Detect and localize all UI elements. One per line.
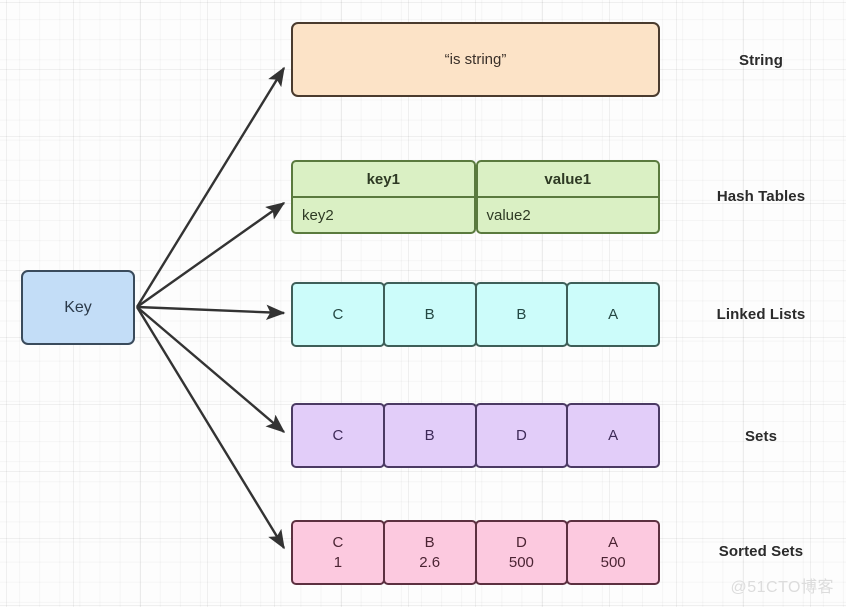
hash-value-column[interactable]: value1 value2 bbox=[475, 160, 660, 234]
sorted-set-item[interactable]: A 500 bbox=[566, 520, 660, 585]
set-item[interactable]: C bbox=[291, 403, 385, 468]
label-string: String bbox=[739, 52, 783, 69]
sorted-set-row[interactable]: C 1 B 2.6 D 500 A 500 bbox=[291, 520, 660, 585]
set-item[interactable]: A bbox=[566, 403, 660, 468]
list-item[interactable]: C bbox=[291, 282, 385, 347]
hash-table[interactable]: key1 key2 value1 value2 bbox=[291, 160, 660, 234]
hash-value-cell: value2 bbox=[486, 206, 531, 224]
label-linked-lists: Linked Lists bbox=[716, 306, 806, 323]
set-item[interactable]: B bbox=[382, 403, 477, 468]
arrow-to-list bbox=[136, 304, 286, 320]
sorted-set-item[interactable]: D 500 bbox=[474, 520, 569, 585]
list-item[interactable]: B bbox=[382, 282, 477, 347]
set-item-label: C bbox=[332, 426, 344, 444]
sorted-set-member: B bbox=[424, 534, 435, 552]
diagram-canvas: Key “is string” String key1 key2 value1 … bbox=[0, 0, 846, 607]
list-item-label: C bbox=[332, 305, 344, 323]
label-sorted-sets: Sorted Sets bbox=[718, 543, 804, 560]
set-item-label: A bbox=[608, 426, 619, 444]
set-item-label: D bbox=[515, 426, 527, 444]
arrow-to-string bbox=[135, 66, 286, 308]
string-value-box[interactable]: “is string” bbox=[291, 22, 660, 97]
list-item[interactable]: B bbox=[474, 282, 569, 347]
sorted-set-member: C bbox=[332, 534, 344, 552]
set-item-label: B bbox=[424, 426, 435, 444]
linked-list-row[interactable]: C B B A bbox=[291, 282, 660, 347]
list-item[interactable]: A bbox=[566, 282, 660, 347]
sorted-set-item[interactable]: B 2.6 bbox=[382, 520, 477, 585]
key-node-label: Key bbox=[64, 298, 92, 316]
arrow-to-hash bbox=[136, 202, 286, 308]
sorted-set-score: 2.6 bbox=[419, 553, 441, 571]
label-sets: Sets bbox=[744, 428, 778, 445]
sorted-set-score: 1 bbox=[333, 553, 343, 571]
sorted-set-item[interactable]: C 1 bbox=[291, 520, 385, 585]
key-node[interactable]: Key bbox=[21, 270, 135, 345]
list-item-label: A bbox=[608, 305, 619, 323]
hash-key-header: key1 bbox=[293, 162, 474, 198]
label-hash-tables: Hash Tables bbox=[716, 188, 806, 205]
watermark: @51CTO博客 bbox=[730, 579, 834, 596]
list-item-label: B bbox=[424, 305, 435, 323]
list-item-label: B bbox=[516, 305, 527, 323]
hash-value-header: value1 bbox=[477, 162, 658, 198]
sorted-set-score: 500 bbox=[508, 553, 534, 571]
hash-key-cell: key2 bbox=[302, 206, 334, 224]
set-row[interactable]: C B D A bbox=[291, 403, 660, 468]
hash-key-column[interactable]: key1 key2 bbox=[291, 160, 476, 234]
sorted-set-member: A bbox=[608, 534, 619, 552]
set-item[interactable]: D bbox=[474, 403, 569, 468]
sorted-set-member: D bbox=[515, 534, 527, 552]
sorted-set-score: 500 bbox=[600, 553, 626, 571]
arrow-to-set bbox=[136, 306, 286, 433]
string-value-text: “is string” bbox=[444, 51, 507, 68]
arrow-to-zset bbox=[135, 306, 286, 550]
